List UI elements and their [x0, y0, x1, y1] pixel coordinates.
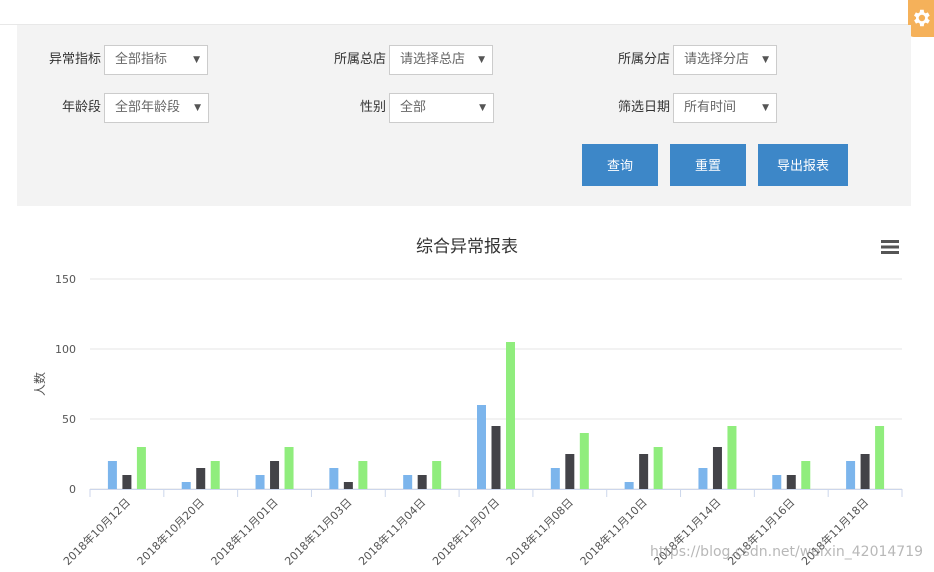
bar-series-2[interactable] — [270, 461, 280, 489]
bar-series-1[interactable] — [329, 468, 339, 489]
bar-series-2[interactable] — [565, 454, 575, 489]
bar-series-2[interactable] — [786, 475, 796, 489]
x-tick-label: 2018年11月01日 — [208, 495, 281, 568]
x-tick-label: 2018年10月20日 — [134, 495, 207, 568]
bar-series-3[interactable] — [653, 447, 663, 489]
bar-series-2[interactable] — [712, 447, 722, 489]
x-tick-label: 2018年11月04日 — [355, 495, 428, 568]
bar-series-3[interactable] — [579, 433, 589, 489]
x-tick-label: 2018年10月12日 — [60, 495, 133, 568]
bar-series-2[interactable] — [343, 482, 353, 489]
watermark: https://blog.csdn.net/weixin_42014719 — [650, 544, 924, 560]
bar-series-2[interactable] — [122, 475, 132, 489]
bar-series-1[interactable] — [550, 468, 560, 489]
bar-series-3[interactable] — [358, 461, 368, 489]
bar-series-2[interactable] — [196, 468, 206, 489]
bar-series-1[interactable] — [698, 468, 708, 489]
bar-series-2[interactable] — [491, 426, 501, 489]
bar-series-3[interactable] — [801, 461, 811, 489]
y-axis-label: 人数 — [32, 372, 47, 396]
bar-series-3[interactable] — [875, 426, 885, 489]
y-tick-label: 150 — [55, 273, 76, 286]
bar-series-3[interactable] — [210, 461, 220, 489]
y-tick-label: 50 — [62, 413, 76, 426]
bar-series-1[interactable] — [181, 482, 191, 489]
bar-series-1[interactable] — [772, 475, 782, 489]
bar-series-3[interactable] — [432, 461, 442, 489]
bar-series-1[interactable] — [477, 405, 486, 489]
bar-series-2[interactable] — [417, 475, 427, 489]
bar-series-3[interactable] — [284, 447, 294, 489]
x-tick-label: 2018年11月08日 — [503, 495, 576, 568]
bar-series-1[interactable] — [403, 475, 413, 489]
bar-series-3[interactable] — [506, 342, 515, 489]
bar-series-1[interactable] — [846, 461, 856, 489]
y-tick-label: 0 — [69, 483, 76, 496]
bar-series-3[interactable] — [727, 426, 737, 489]
bar-chart: 0501001502018年10月12日 2018年10月20日 2018年11月0… — [32, 273, 903, 568]
bar-series-2[interactable] — [860, 454, 870, 489]
y-tick-label: 100 — [55, 343, 76, 356]
x-tick-label: 2018年11月07日 — [429, 495, 502, 568]
x-tick-label: 2018年11月10日 — [577, 495, 650, 568]
bar-series-3[interactable] — [136, 447, 146, 489]
bar-series-2[interactable] — [639, 454, 649, 489]
bar-series-1[interactable] — [624, 482, 634, 489]
bar-series-1[interactable] — [107, 461, 117, 489]
bar-series-1[interactable] — [255, 475, 265, 489]
x-tick-label: 2018年11月03日 — [282, 495, 355, 568]
